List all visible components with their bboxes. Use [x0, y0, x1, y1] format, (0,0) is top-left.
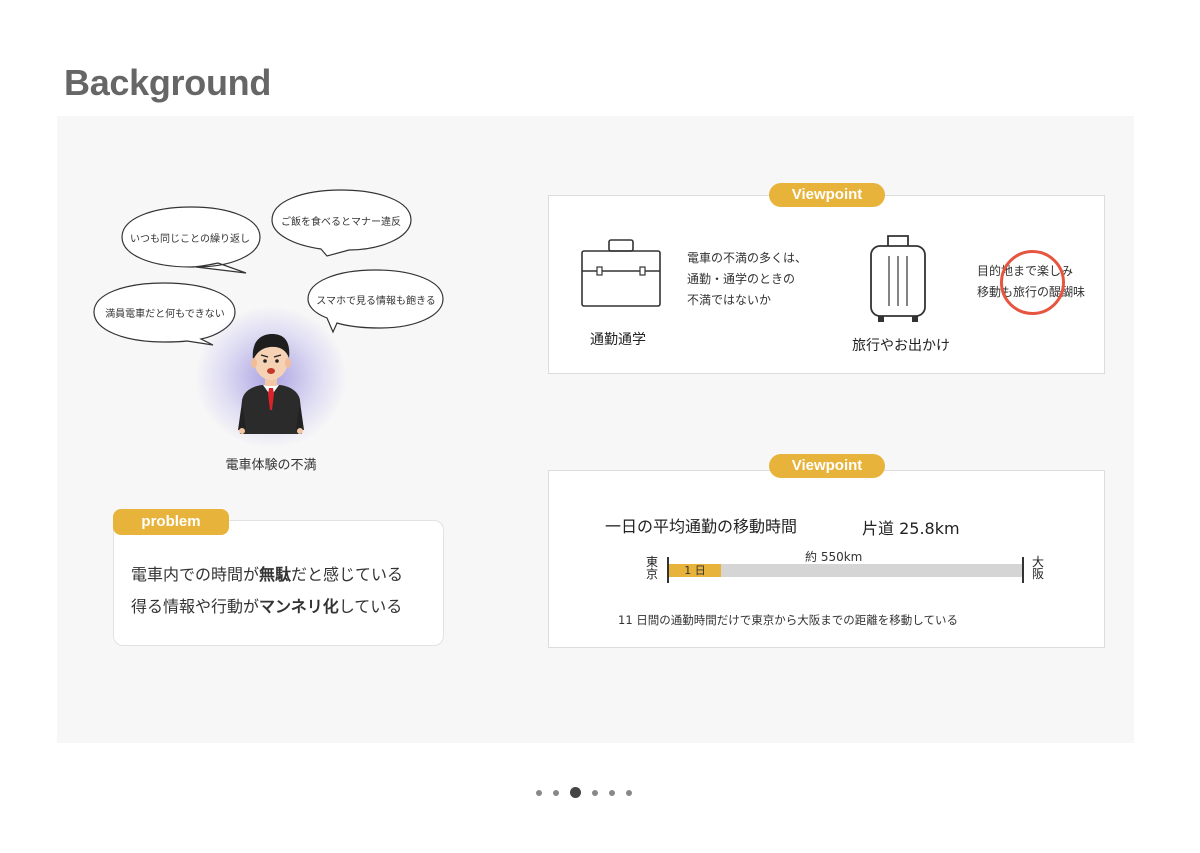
start-label-tokyo: 東京: [645, 555, 658, 581]
speech-bubble-2-text: ご飯を食べるとマナー違反: [281, 217, 401, 228]
problem-line-2-post: している: [338, 597, 403, 616]
problem-line-1-pre: 電車内での時間が: [131, 565, 260, 584]
distance-bar: [669, 564, 1022, 577]
problem-line-2-bold: マンネリ化: [259, 597, 339, 616]
end-tick: [1022, 557, 1024, 583]
end-label-osaka: 大阪: [1031, 555, 1044, 581]
pagination-dot-3[interactable]: [570, 787, 581, 798]
problem-line-1-bold: 無駄: [259, 565, 292, 584]
problem-line-2: 得る情報や行動がマンネリ化している: [131, 593, 402, 617]
viewpoint-tag-2: Viewpoint: [769, 454, 885, 478]
speech-bubble-1-text: いつも同じことの繰り返し: [130, 234, 250, 245]
one-day-bar: 1 日: [669, 564, 721, 577]
total-distance-label: 約 550km: [805, 550, 863, 564]
briefcase-icon: [581, 239, 661, 307]
pagination: [536, 787, 632, 798]
commute-caption: 通勤通学: [590, 332, 646, 348]
problem-line-1-post: だと感じている: [291, 565, 404, 584]
speech-bubble-4-text: スマホで見る情報も飽きる: [316, 296, 436, 307]
problem-line-1: 電車内での時間が無駄だと感じている: [131, 561, 403, 585]
problem-line-2-pre: 得る情報や行動が: [131, 597, 260, 616]
travel-caption: 旅行やお出かけ: [852, 338, 950, 354]
suitcase-icon: [870, 235, 926, 322]
viewpoint-tag-1: Viewpoint: [769, 183, 885, 207]
problem-tag: problem: [113, 509, 229, 535]
speech-bubble-3-text: 満員電車だと何もできない: [105, 309, 225, 320]
commute-text-line-1: 電車の不満の多くは、: [687, 251, 808, 265]
person-caption: 電車体験の不満: [225, 458, 317, 473]
commute-text-line-2: 通勤・通学のときの: [687, 272, 796, 286]
pagination-dot-2[interactable]: [553, 789, 559, 796]
pagination-dot-6[interactable]: [626, 789, 632, 796]
commute-text-line-3: 不満ではないか: [687, 293, 772, 307]
page-title: Background: [64, 62, 272, 103]
commute-distance: 片道 25.8km: [862, 519, 960, 538]
commute-note: 11 日間の通勤時間だけで東京から大阪までの距離を移動している: [618, 613, 958, 627]
pagination-dot-5[interactable]: [609, 789, 615, 796]
pagination-dot-4[interactable]: [592, 789, 598, 796]
commute-time-title: 一日の平均通勤の移動時間: [605, 517, 798, 536]
frustrated-businessman-icon: [238, 334, 304, 434]
highlight-circle: [1000, 250, 1065, 315]
pagination-dot-1[interactable]: [536, 789, 542, 796]
commute-text: 電車の不満の多くは、 通勤・通学のときの 不満ではないか: [687, 248, 807, 311]
